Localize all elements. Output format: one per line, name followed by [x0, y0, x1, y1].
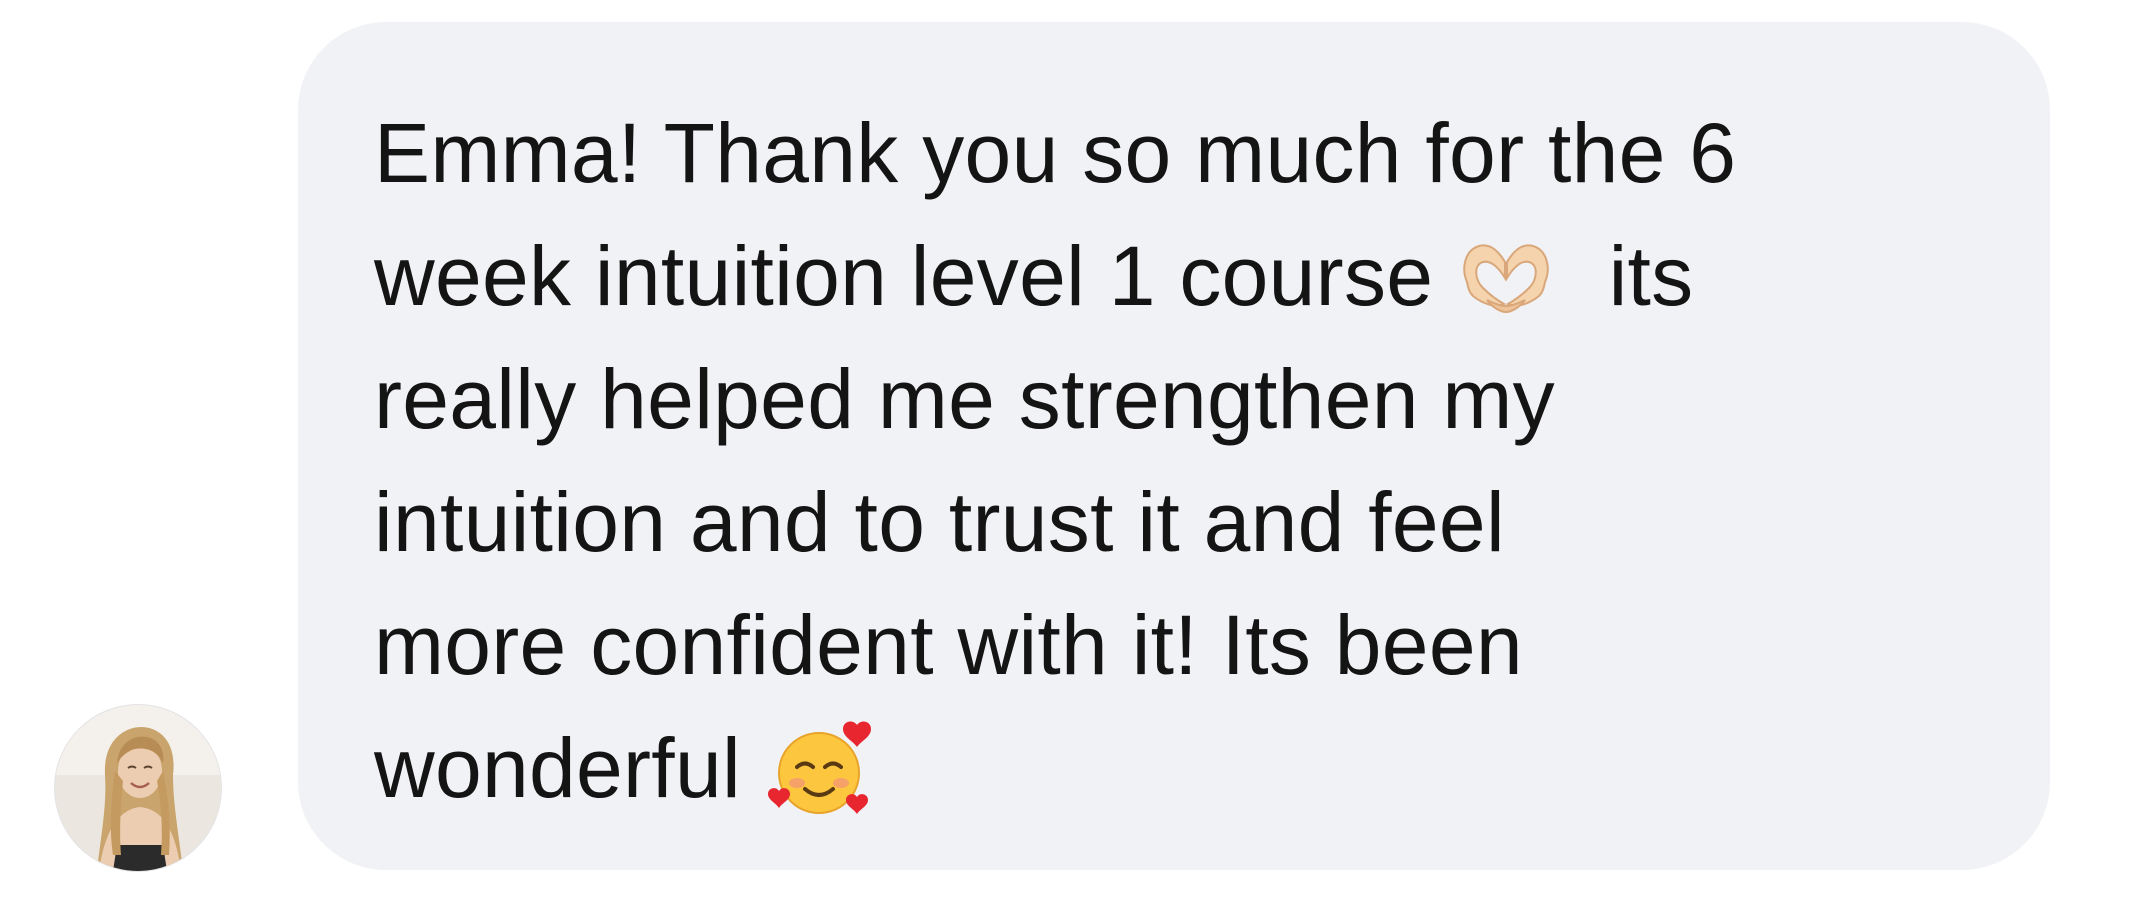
message-bubble[interactable]: Emma! Thank you so much for the 6 week i… — [298, 22, 2050, 870]
message-line: Emma! Thank you so much for the 6 — [374, 106, 1737, 200]
message-line: really helped me strengthen my — [374, 352, 1555, 446]
avatar[interactable] — [55, 705, 221, 871]
message-line: wonderful — [374, 707, 1980, 830]
message-line: week intuition level 1 course its — [374, 229, 1694, 323]
message-text: Emma! Thank you so much for the 6 week i… — [374, 92, 1980, 830]
avatar-photo — [55, 705, 221, 871]
message-line: intuition and to trust it and feel — [374, 475, 1505, 569]
smiling-face-with-hearts-icon — [765, 717, 877, 821]
chat-conversation: Emma! Thank you so much for the 6 week i… — [0, 0, 2146, 904]
heart-hands-icon — [1457, 238, 1555, 316]
message-line: more confident with it! Its been — [374, 598, 1523, 692]
